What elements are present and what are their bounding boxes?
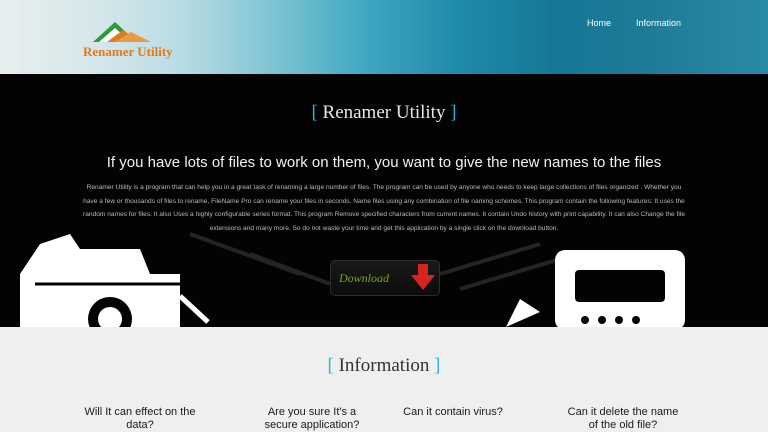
- hero-section: [ Renamer Utility ] If you have lots of …: [0, 74, 768, 327]
- site-logo[interactable]: Renamer Utility: [83, 20, 175, 60]
- nav-link-information[interactable]: Information: [636, 18, 681, 28]
- site-header: Renamer Utility Home Information: [0, 0, 768, 74]
- bracket-open-icon: [: [327, 355, 334, 376]
- bracket-close-icon: ]: [434, 355, 441, 376]
- folder-illustration-left: [20, 234, 210, 327]
- nav-item-home[interactable]: Home: [587, 13, 611, 31]
- logo-mountain-icon: [93, 22, 151, 42]
- download-button-label: Download: [339, 271, 390, 285]
- download-arrow-icon: [411, 264, 435, 290]
- faq-question-1: Will It can effect on the data?: [84, 406, 196, 431]
- nav-link-home[interactable]: Home: [587, 18, 611, 28]
- hero-description: Renamer Utility is a program that can he…: [83, 184, 685, 232]
- logo-text: Renamer Utility: [83, 44, 173, 59]
- faq-question-2: Are you sure It's a secure application?: [264, 406, 360, 431]
- faq-question-4: Can it delete the name of the old file?: [567, 406, 679, 431]
- download-button[interactable]: Download: [330, 260, 440, 296]
- information-section: [ Information ] Will It can effect on th…: [0, 327, 768, 431]
- faq-question-3: Can it contain virus?: [403, 406, 503, 418]
- cassette-illustration-right: [506, 250, 685, 327]
- information-title: [ Information ]: [0, 355, 768, 377]
- nav-item-information[interactable]: Information: [636, 13, 681, 31]
- information-title-text: Information: [338, 355, 430, 376]
